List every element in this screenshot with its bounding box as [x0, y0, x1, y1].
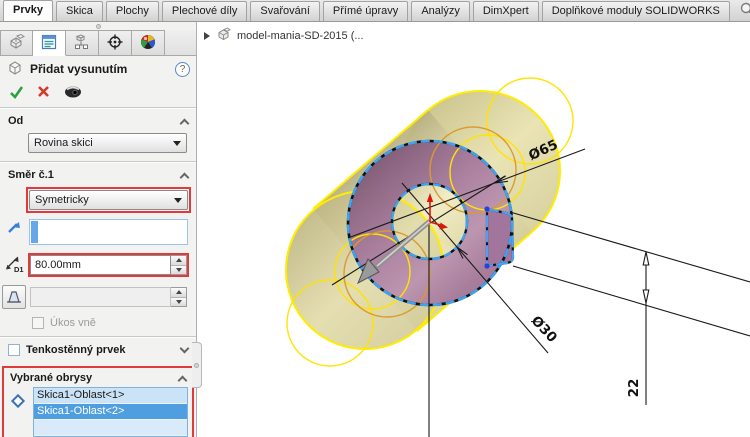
- ribbon-right-toolbar: [733, 1, 750, 21]
- end-condition-value: Symetricky: [35, 194, 89, 206]
- draft-spinner: [171, 287, 187, 307]
- depth-row: D1 80.00mm: [2, 253, 196, 277]
- ribbon-tab-prime-upravy[interactable]: Přímé úpravy: [323, 1, 408, 21]
- direction-reference-box[interactable]: [29, 219, 188, 245]
- ribbon-tab-skica[interactable]: Skica: [56, 1, 103, 21]
- spinner-down-button[interactable]: [171, 298, 186, 307]
- contour-select-icon: [10, 393, 28, 411]
- expand-arrow-icon[interactable]: [204, 32, 210, 40]
- dimxpert-manager-icon: [106, 33, 124, 54]
- graphics-area[interactable]: model-mania-SD-2015 (...: [198, 22, 750, 437]
- tab-property-manager[interactable]: [33, 30, 66, 56]
- svg-text:D1: D1: [14, 265, 24, 274]
- separator: [0, 336, 196, 337]
- selection-active-strip: [31, 221, 38, 243]
- from-dropdown[interactable]: Rovina skici: [28, 133, 187, 153]
- selected-contours-list: Skica1-Oblast<1> Skica1-Oblast<2>: [33, 387, 188, 437]
- pm-actions-row: [0, 82, 196, 104]
- reverse-direction-icon[interactable]: [6, 219, 22, 238]
- solidworks-window: Prvky Skica Plochy Plechové díly Svařová…: [0, 0, 750, 437]
- selected-sketch-region-rect[interactable]: [487, 209, 513, 266]
- flyout-feature-tree: model-mania-SD-2015 (...: [204, 27, 364, 44]
- draft-outward-label: Úkos vně: [50, 317, 96, 329]
- spinner-up-button[interactable]: [171, 288, 186, 298]
- part-icon: [216, 27, 231, 44]
- property-manager-icon: [40, 33, 58, 54]
- ribbon-tab-analyzy[interactable]: Analýzy: [411, 1, 470, 21]
- selected-contours-label: Vybrané obrysy: [10, 372, 92, 384]
- ribbon-tab-plochy[interactable]: Plochy: [106, 1, 159, 21]
- manager-tab-bar: [0, 30, 196, 56]
- depth-value: 80.00mm: [35, 259, 81, 271]
- tab-dimxpert-manager[interactable]: [99, 30, 132, 56]
- from-section-header[interactable]: Od: [0, 111, 196, 131]
- depth-d1-icon: D1: [2, 254, 26, 277]
- highlight-box-selected-contours: Vybrané obrysy Skica1-Oblast<1> Skica1-O…: [2, 366, 194, 437]
- highlight-box-depth: 80.00mm: [28, 253, 189, 277]
- dimension-height-22[interactable]: 22: [626, 379, 642, 398]
- extrude-preview-body[interactable]: [286, 91, 560, 349]
- list-item-selected[interactable]: Skica1-Oblast<2>: [34, 404, 187, 420]
- collapse-chevron-icon[interactable]: [180, 172, 190, 182]
- chevron-down-icon: [174, 198, 182, 203]
- panel-splitter-handle[interactable]: [192, 342, 202, 388]
- boss-extrude-icon: [6, 59, 24, 80]
- feature-tree-icon: [8, 33, 26, 54]
- separator: [0, 107, 196, 108]
- selected-contours-header[interactable]: Vybrané obrysy: [6, 369, 190, 387]
- ribbon-tab-prvky[interactable]: Prvky: [3, 0, 53, 21]
- tree-node-label[interactable]: model-mania-SD-2015 (...: [237, 30, 364, 42]
- list-item-empty[interactable]: [34, 420, 187, 436]
- zoom-icon[interactable]: [739, 1, 750, 18]
- ok-button[interactable]: [9, 85, 24, 102]
- spinner-up-button[interactable]: [171, 256, 186, 266]
- property-manager-panel: Přidat vysunutím ? Od Rovina skici Smě: [0, 22, 197, 437]
- depth-spinner: [171, 255, 187, 275]
- from-value: Rovina skici: [34, 137, 93, 149]
- chevron-down-icon: [173, 141, 181, 146]
- command-manager-tabs: Prvky Skica Plochy Plechové díly Svařová…: [0, 0, 750, 22]
- help-icon[interactable]: ?: [175, 62, 190, 77]
- draft-outward-row: Úkos vně: [32, 317, 196, 329]
- draft-row: [2, 285, 196, 309]
- tab-display-manager[interactable]: [132, 30, 165, 56]
- feature-title: Přidat vysunutím: [30, 62, 127, 76]
- draft-angle-input: [30, 287, 171, 307]
- preview-eye-button[interactable]: [63, 85, 83, 102]
- tab-feature-manager[interactable]: [0, 30, 33, 56]
- end-condition-dropdown[interactable]: Symetricky: [29, 190, 188, 210]
- expand-chevron-icon[interactable]: [180, 344, 190, 354]
- configuration-manager-icon: [73, 33, 91, 54]
- collapse-chevron-icon[interactable]: [178, 375, 188, 385]
- from-label: Od: [8, 115, 23, 127]
- cancel-button[interactable]: [37, 85, 50, 101]
- draft-button[interactable]: [2, 285, 26, 309]
- ribbon-tab-doplnkove-moduly[interactable]: Doplňkové moduly SOLIDWORKS: [542, 1, 730, 21]
- separator: [0, 161, 196, 162]
- depth-input[interactable]: 80.00mm: [30, 255, 171, 275]
- thin-feature-row: Tenkostěnný prvek: [0, 340, 196, 360]
- list-item[interactable]: Skica1-Oblast<1>: [34, 388, 187, 404]
- dimension-diameter-30[interactable]: Ø30: [528, 313, 560, 346]
- display-manager-icon: [139, 33, 157, 54]
- feature-title-row: Přidat vysunutím ?: [0, 56, 196, 82]
- tab-configuration-manager[interactable]: [66, 30, 99, 56]
- thin-feature-label: Tenkostěnný prvek: [26, 344, 125, 356]
- ribbon-tab-plechove-dily[interactable]: Plechové díly: [162, 1, 247, 21]
- direction-reference-row: [6, 219, 196, 245]
- collapse-chevron-icon[interactable]: [180, 118, 190, 128]
- panel-collapse-handle[interactable]: [0, 22, 196, 30]
- model-viewport[interactable]: Ø65 Ø30 22: [198, 22, 750, 437]
- thin-feature-checkbox[interactable]: [8, 344, 20, 356]
- ribbon-tab-dimxpert[interactable]: DimXpert: [473, 1, 539, 21]
- draft-outward-checkbox[interactable]: [32, 317, 44, 329]
- highlight-box-end-condition: Symetricky: [26, 187, 191, 213]
- spinner-down-button[interactable]: [171, 266, 186, 275]
- direction1-section-header[interactable]: Směr č.1: [0, 165, 196, 185]
- direction1-label: Směr č.1: [8, 169, 54, 181]
- ribbon-tab-svarovani[interactable]: Svařování: [250, 1, 320, 21]
